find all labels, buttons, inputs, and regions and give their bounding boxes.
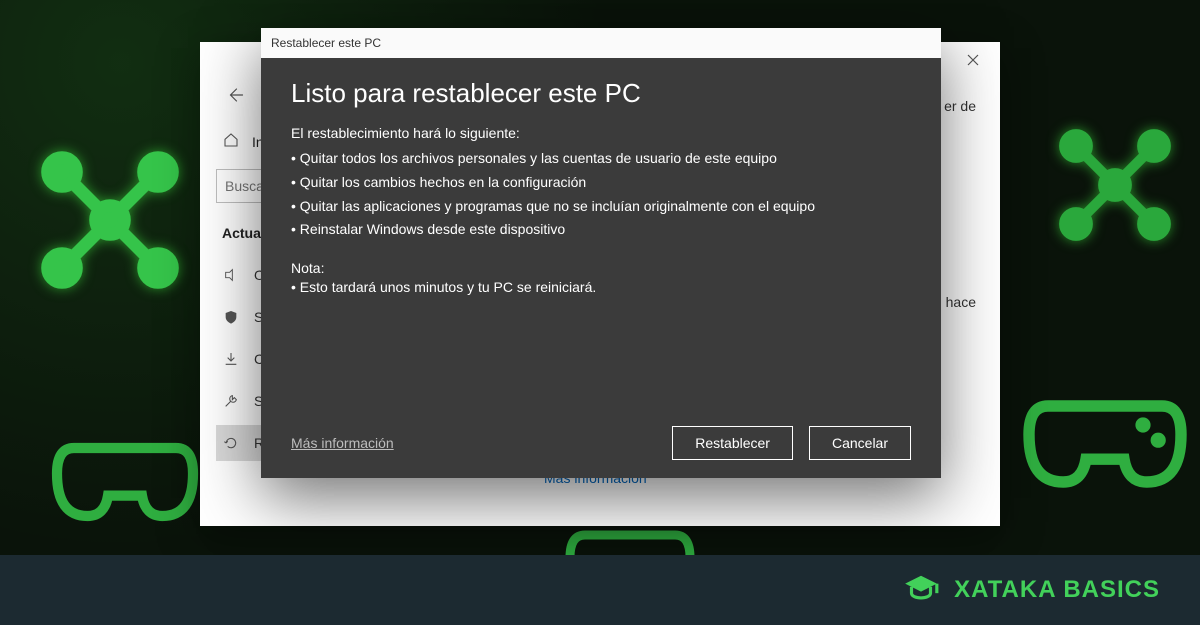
home-icon (222, 132, 240, 151)
delivery-icon (222, 267, 240, 283)
dialog-bullet: Quitar los cambios hechos en la configur… (291, 171, 911, 195)
backup-icon (222, 351, 240, 367)
close-button[interactable] (950, 42, 996, 78)
dialog-lead: El restablecimiento hará lo siguiente: (291, 125, 911, 141)
dialog-bullet-list: Quitar todos los archivos personales y l… (291, 147, 911, 242)
dialog-bullet: Quitar las aplicaciones y programas que … (291, 195, 911, 219)
brand-bar: XATAKA BASICS (0, 555, 1200, 625)
brand-text: XATAKA BASICS (954, 576, 1160, 604)
dialog-titlebar: Restablecer este PC (261, 28, 941, 58)
recovery-icon (222, 435, 240, 451)
graduation-cap-icon (902, 571, 940, 609)
wallpaper-glyph (1050, 120, 1180, 250)
dialog-note-bullet: Esto tardará unos minutos y tu PC se rei… (291, 276, 911, 300)
dialog-bullet: Reinstalar Windows desde este dispositiv… (291, 218, 911, 242)
dialog-heading: Listo para restablecer este PC (291, 78, 911, 109)
cancel-button[interactable]: Cancelar (809, 426, 911, 460)
wallpaper-glyph (30, 140, 190, 300)
more-info-link[interactable]: Más información (291, 435, 394, 451)
dialog-window-title: Restablecer este PC (271, 36, 381, 50)
dialog-bullet: Quitar todos los archivos personales y l… (291, 147, 911, 171)
shield-icon (222, 309, 240, 325)
back-button[interactable] (216, 80, 254, 116)
wallpaper-gamepad (1010, 330, 1200, 520)
close-icon (967, 54, 979, 66)
dialog-footer: Más información Restablecer Cancelar (291, 426, 911, 460)
dialog-note-heading: Nota: (291, 260, 911, 276)
reset-button[interactable]: Restablecer (672, 426, 793, 460)
wallpaper-gamepad (40, 380, 210, 550)
reset-pc-dialog: Restablecer este PC Listo para restablec… (261, 28, 941, 478)
arrow-left-icon (226, 86, 244, 104)
dialog-note-list: Esto tardará unos minutos y tu PC se rei… (291, 276, 911, 300)
wrench-icon (222, 393, 240, 409)
